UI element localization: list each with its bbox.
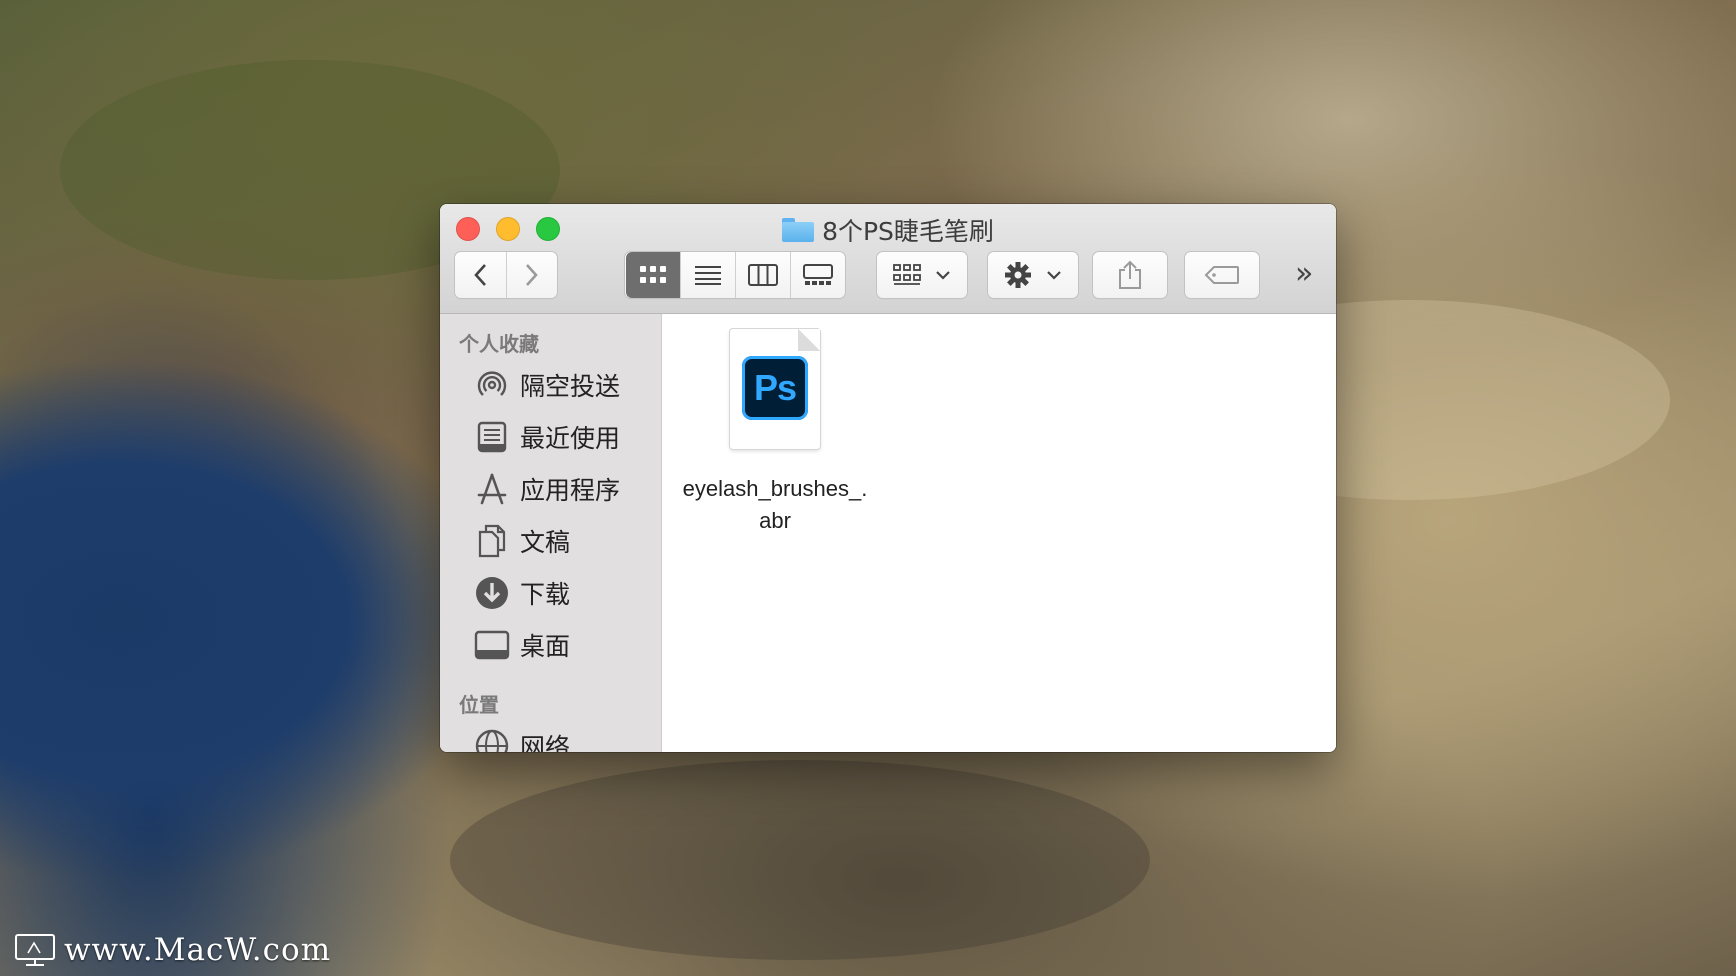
window-title-text: 8个PS睫毛笔刷 — [822, 217, 994, 246]
sidebar-item-airdrop[interactable]: 隔空投送 — [474, 359, 661, 411]
wallpaper-rock — [450, 760, 1150, 960]
file-browser-content: Ps eyelash_brushes_. abr — [662, 314, 1336, 752]
forward-button[interactable] — [507, 252, 558, 298]
recents-icon — [474, 419, 510, 455]
file-name-line1: eyelash_brushes_. — [682, 476, 868, 501]
photoshop-icon: Ps — [742, 356, 808, 420]
sidebar-item-documents[interactable]: 文稿 — [474, 515, 661, 567]
file-name-line2: abr — [759, 508, 791, 533]
finder-window: 8个PS睫毛笔刷 » 个人收藏 隔空投送 最近使用 应用程序 文稿 下载 桌面 … — [440, 204, 1336, 752]
airdrop-icon — [474, 367, 510, 403]
sidebar-item-desktop[interactable]: 桌面 — [474, 619, 661, 671]
sidebar-item-recents[interactable]: 最近使用 — [474, 411, 661, 463]
group-by-button[interactable] — [877, 252, 967, 298]
share-icon — [1119, 260, 1141, 289]
view-mode-selector — [625, 252, 845, 298]
documents-icon — [474, 523, 510, 559]
tag-icon — [1204, 266, 1239, 284]
sidebar-item-applications[interactable]: 应用程序 — [474, 463, 661, 515]
group-icon — [893, 264, 921, 285]
icon-view-icon — [639, 266, 666, 283]
sidebar-item-label: 隔空投送 — [520, 372, 621, 401]
column-view-button[interactable] — [736, 252, 791, 298]
folder-icon — [782, 218, 815, 242]
sidebar-item-label: 应用程序 — [520, 476, 621, 505]
watermark: www.MacW.com — [14, 930, 331, 970]
sidebar-item-label: 下载 — [520, 580, 571, 609]
toolbar-overflow-button[interactable]: » — [1295, 256, 1313, 291]
back-button[interactable] — [455, 252, 507, 298]
column-view-icon — [747, 264, 778, 286]
watermark-text: www.MacW.com — [64, 932, 332, 968]
locations-header: 位置 — [459, 693, 499, 717]
favorites-header: 个人收藏 — [459, 332, 539, 356]
sidebar-item-network[interactable]: 网络 — [474, 720, 661, 752]
share-button[interactable] — [1093, 252, 1167, 298]
downloads-icon — [474, 575, 510, 611]
gallery-view-button[interactable] — [791, 252, 845, 298]
file-item[interactable]: Ps eyelash_brushes_. abr — [672, 329, 878, 537]
sidebar-item-label: 文稿 — [520, 528, 571, 557]
chevron-down-icon — [936, 271, 950, 280]
sidebar-item-label: 最近使用 — [520, 424, 621, 453]
gear-icon — [1005, 262, 1031, 288]
list-view-button[interactable] — [681, 252, 736, 298]
sidebar-item-label: 网络 — [520, 733, 571, 752]
sidebar: 个人收藏 隔空投送 最近使用 应用程序 文稿 下载 桌面 位置 网络 — [440, 314, 662, 752]
nav-buttons — [455, 252, 557, 298]
desktop-icon — [474, 627, 510, 663]
tag-button[interactable] — [1185, 252, 1259, 298]
window-title: 8个PS睫毛笔刷 — [440, 212, 1336, 248]
file-name: eyelash_brushes_. abr — [672, 473, 878, 537]
sidebar-item-downloads[interactable]: 下载 — [474, 567, 661, 619]
toolbar: » — [455, 252, 1336, 298]
chevron-right-icon — [525, 264, 538, 286]
gallery-view-icon — [802, 264, 833, 285]
applications-icon — [474, 471, 510, 507]
chevron-down-icon — [1047, 271, 1061, 280]
icon-view-button[interactable] — [625, 252, 681, 298]
sidebar-item-label: 桌面 — [520, 632, 571, 661]
titlebar: 8个PS睫毛笔刷 » — [440, 204, 1336, 314]
monitor-icon — [14, 933, 56, 967]
network-icon — [474, 728, 510, 752]
chevron-left-icon — [474, 264, 487, 286]
file-document-icon: Ps — [730, 329, 820, 449]
list-view-icon — [694, 266, 721, 285]
action-button[interactable] — [988, 252, 1078, 298]
